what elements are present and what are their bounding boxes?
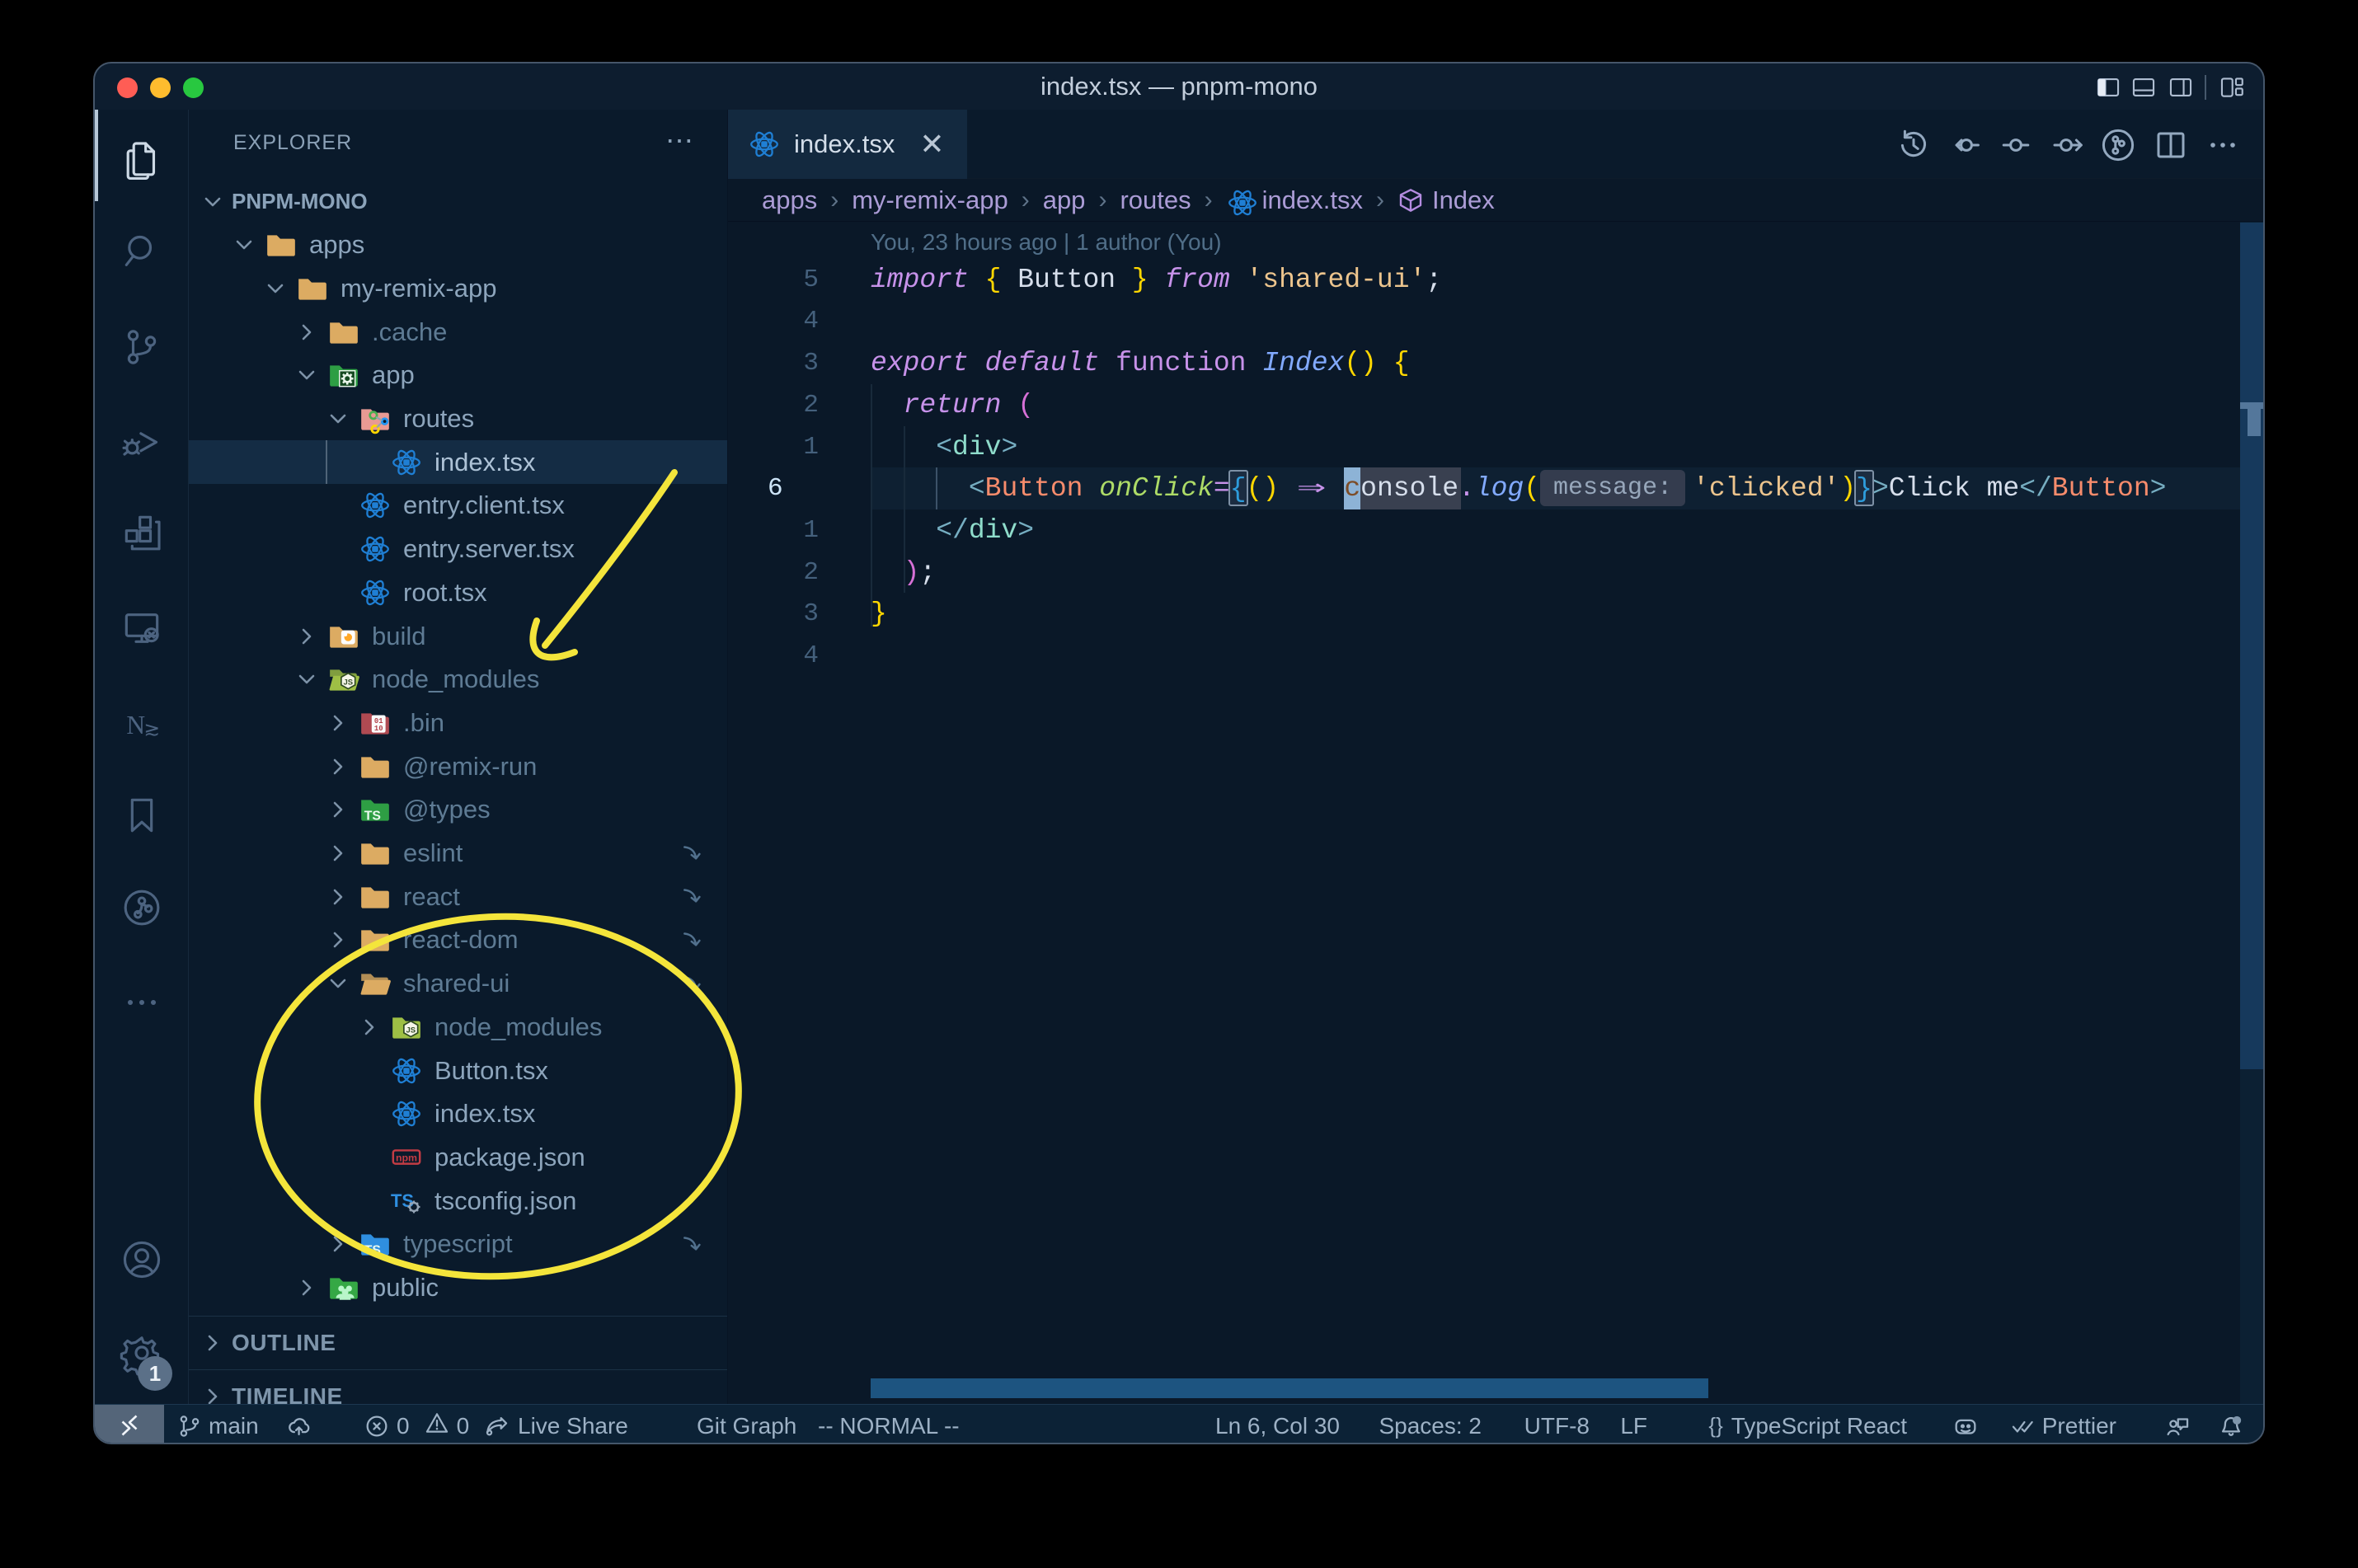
svg-text:JS: JS: [343, 678, 353, 688]
svg-text:N: N: [126, 711, 145, 739]
svg-text:TS: TS: [364, 810, 381, 824]
svg-text:TS: TS: [364, 1244, 381, 1258]
svg-text:≳: ≳: [143, 718, 160, 739]
svg-text:npm: npm: [396, 1153, 417, 1164]
svg-text:10: 10: [374, 725, 383, 733]
svg-text:JS: JS: [406, 1026, 416, 1035]
